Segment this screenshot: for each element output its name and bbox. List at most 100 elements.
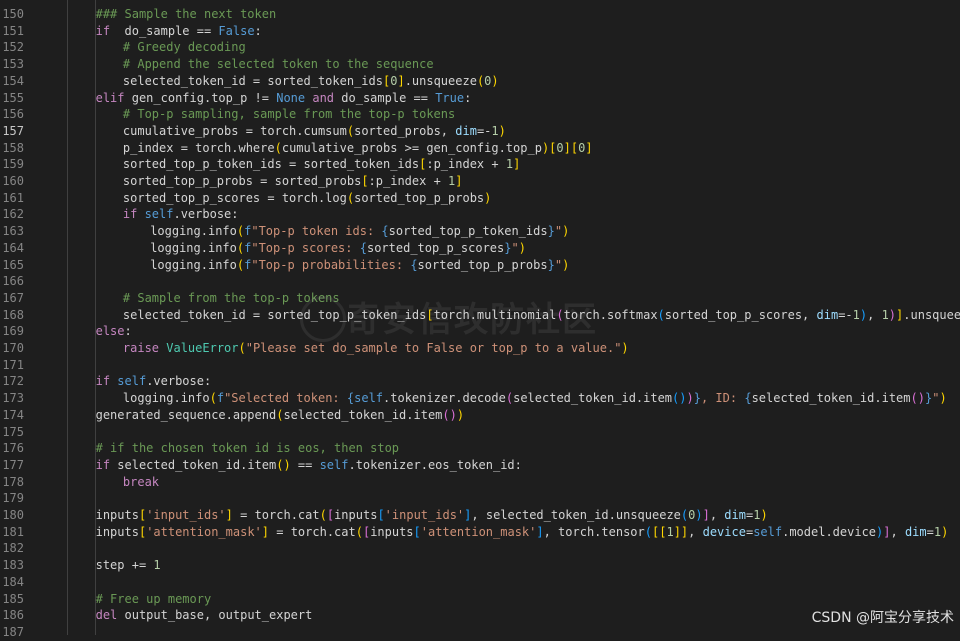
code-line[interactable]: 171 [0, 357, 960, 374]
code-line[interactable]: 160 sorted_top_p_probs = sorted_probs[:p_… [0, 173, 960, 190]
code-token: } [547, 224, 555, 239]
code-text[interactable]: sorted_top_p_scores = torch.log(sorted_t… [123, 190, 491, 207]
code-text[interactable]: else: [96, 323, 132, 340]
code-line[interactable]: 154 selected_token_id = sorted_token_ids[… [0, 73, 960, 90]
code-token: generated_sequence.append [95, 407, 277, 422]
code-token: 1 [852, 307, 860, 322]
code-line[interactable]: 182 [0, 540, 960, 557]
code-token: self [354, 391, 384, 406]
code-token: () [910, 391, 925, 406]
code-line[interactable]: 156 # Top-p sampling, sample from the top… [0, 106, 960, 123]
line-number: 154 [2, 73, 24, 88]
code-line[interactable]: 159 sorted_top_p_token_ids = sorted_token… [0, 156, 960, 173]
line-number: 159 [2, 157, 24, 172]
code-line[interactable]: 185 # Free up memory [0, 591, 960, 608]
code-token: , ID: [700, 391, 745, 406]
code-text[interactable]: if self.verbose: [123, 206, 239, 223]
code-line[interactable]: 151 if do_sample == False: [0, 23, 960, 40]
code-text[interactable]: inputs['attention_mask'] = torch.cat([in… [96, 524, 949, 541]
code-text[interactable]: logging.info(f"Top-p scores: {sorted_top… [150, 240, 526, 257]
code-text[interactable]: # Greedy decoding [123, 39, 246, 56]
code-token: if [122, 207, 138, 222]
code-text[interactable]: logging.info(f"Selected token: {self.tok… [123, 390, 947, 407]
code-text[interactable]: p_index = torch.where(cumulative_probs >… [123, 140, 593, 157]
code-line[interactable]: 170 raise ValueError("Please set do_sampl… [0, 340, 960, 357]
code-token: elif [95, 90, 125, 105]
code-text[interactable]: ### Sample the next token [96, 6, 277, 23]
code-line[interactable]: 152 # Greedy decoding [0, 39, 960, 56]
code-token: : [124, 324, 132, 339]
code-line[interactable]: 164 logging.info(f"Top-p scores: {sorted_… [0, 240, 960, 257]
code-text[interactable]: # Free up memory [96, 591, 212, 608]
code-line[interactable]: 172 if self.verbose: [0, 373, 960, 390]
code-token: selected_token_id = sorted_token_ids [122, 73, 383, 88]
code-text[interactable]: inputs['input_ids'] = torch.cat([inputs[… [96, 507, 768, 524]
code-line[interactable]: 166 [0, 273, 960, 290]
code-text[interactable]: logging.info(f"Top-p probabilities: {sor… [150, 257, 569, 274]
code-line[interactable]: 169 else: [0, 323, 960, 340]
code-line[interactable]: 175 [0, 424, 960, 441]
code-line[interactable]: 174 generated_sequence.append(selected_to… [0, 407, 960, 424]
code-text[interactable]: sorted_top_p_probs = sorted_probs[:p_ind… [123, 173, 463, 190]
code-token: sorted_top_p_probs = sorted_probs [122, 174, 362, 188]
code-token: torch.multinomial [433, 307, 557, 322]
code-token: .tokenizer.decode [383, 391, 506, 406]
code-line[interactable]: 158 p_index = torch.where(cumulative_prob… [0, 140, 960, 157]
code-token: ] [261, 524, 270, 539]
code-text[interactable]: raise ValueError("Please set do_sample t… [123, 340, 629, 357]
code-token: selected_token_id.item [110, 457, 277, 472]
code-token: sorted_top_p_scores = torch.log [122, 190, 347, 205]
code-line[interactable]: 179 [0, 490, 960, 507]
csdn-watermark: CSDN @阿宝分享技术 [811, 610, 954, 626]
code-line[interactable]: 168 selected_token_id = sorted_top_p_toke… [0, 307, 960, 324]
code-token: ( [556, 307, 564, 322]
code-line[interactable]: 161 sorted_top_p_scores = torch.log(sorte… [0, 190, 960, 207]
code-text[interactable]: step += 1 [96, 557, 161, 574]
code-text[interactable]: # if the chosen token id is eos, then st… [96, 440, 399, 457]
code-text[interactable]: selected_token_id = sorted_token_ids[0].… [123, 73, 499, 90]
code-line[interactable]: 178 break [0, 474, 960, 491]
code-token: 1 [881, 307, 889, 322]
line-number: 176 [2, 441, 24, 456]
code-token: , selected_token_id.unsqueeze [471, 508, 681, 522]
code-text[interactable]: elif gen_config.top_p != None and do_sam… [96, 90, 472, 107]
code-text[interactable]: # Append the selected token to the seque… [123, 56, 434, 73]
code-line[interactable]: 167 # Sample from the top-p tokens [0, 290, 960, 307]
code-line[interactable]: 177 if selected_token_id.item() == self.t… [0, 457, 960, 474]
code-token: .unsqueeze [903, 307, 960, 322]
code-text[interactable]: selected_token_id = sorted_top_p_token_i… [123, 307, 960, 324]
code-line[interactable]: 181 inputs['attention_mask'] = torch.cat(… [0, 524, 960, 541]
code-line[interactable]: 162 if self.verbose: [0, 206, 960, 223]
code-text[interactable]: cumulative_probs = torch.cumsum(sorted_p… [123, 123, 506, 140]
code-token: if [95, 23, 111, 38]
code-text[interactable]: sorted_top_p_token_ids = sorted_token_id… [123, 156, 520, 173]
code-line[interactable]: 173 logging.info(f"Selected token: {self.… [0, 390, 960, 407]
code-text[interactable]: break [123, 474, 159, 491]
code-text[interactable]: if do_sample == False: [96, 23, 262, 40]
code-token: 1 [666, 524, 674, 539]
code-text[interactable]: if selected_token_id.item() == self.toke… [96, 457, 522, 474]
code-line[interactable]: 183 step += 1 [0, 557, 960, 574]
code-token: [ [413, 524, 421, 539]
code-token: ) [686, 391, 694, 406]
code-text[interactable]: del output_base, output_expert [96, 607, 313, 624]
code-line[interactable]: 155 elif gen_config.top_p != None and do_… [0, 90, 960, 107]
code-line[interactable]: 176 # if the chosen token id is eos, then… [0, 440, 960, 457]
code-line[interactable]: 184 [0, 574, 960, 591]
watermark-logo-icon [300, 296, 346, 342]
code-token: ) [456, 407, 465, 422]
code-token: ) [888, 307, 897, 322]
code-line[interactable]: 157 cumulative_probs = torch.cumsum(sorte… [0, 123, 960, 140]
code-line[interactable]: 150 ### Sample the next token [0, 6, 960, 23]
code-line[interactable]: 163 logging.info(f"Top-p token ids: {sort… [0, 223, 960, 240]
code-text[interactable]: logging.info(f"Top-p token ids: {sorted_… [150, 223, 569, 240]
code-line[interactable]: 180 inputs['input_ids'] = torch.cat([inpu… [0, 507, 960, 524]
code-text[interactable]: # Top-p sampling, sample from the top-p … [123, 106, 455, 123]
code-editor[interactable]: 150 ### Sample the next token 151 if do_sam… [0, 0, 960, 639]
code-text[interactable]: generated_sequence.append(selected_token… [96, 407, 465, 424]
code-line[interactable]: 165 logging.info(f"Top-p probabilities: {… [0, 257, 960, 274]
code-token: { [410, 257, 418, 272]
code-token: ) [518, 240, 526, 255]
code-text[interactable]: if self.verbose: [96, 373, 212, 390]
code-line[interactable]: 153 # Append the selected token to the se… [0, 56, 960, 73]
